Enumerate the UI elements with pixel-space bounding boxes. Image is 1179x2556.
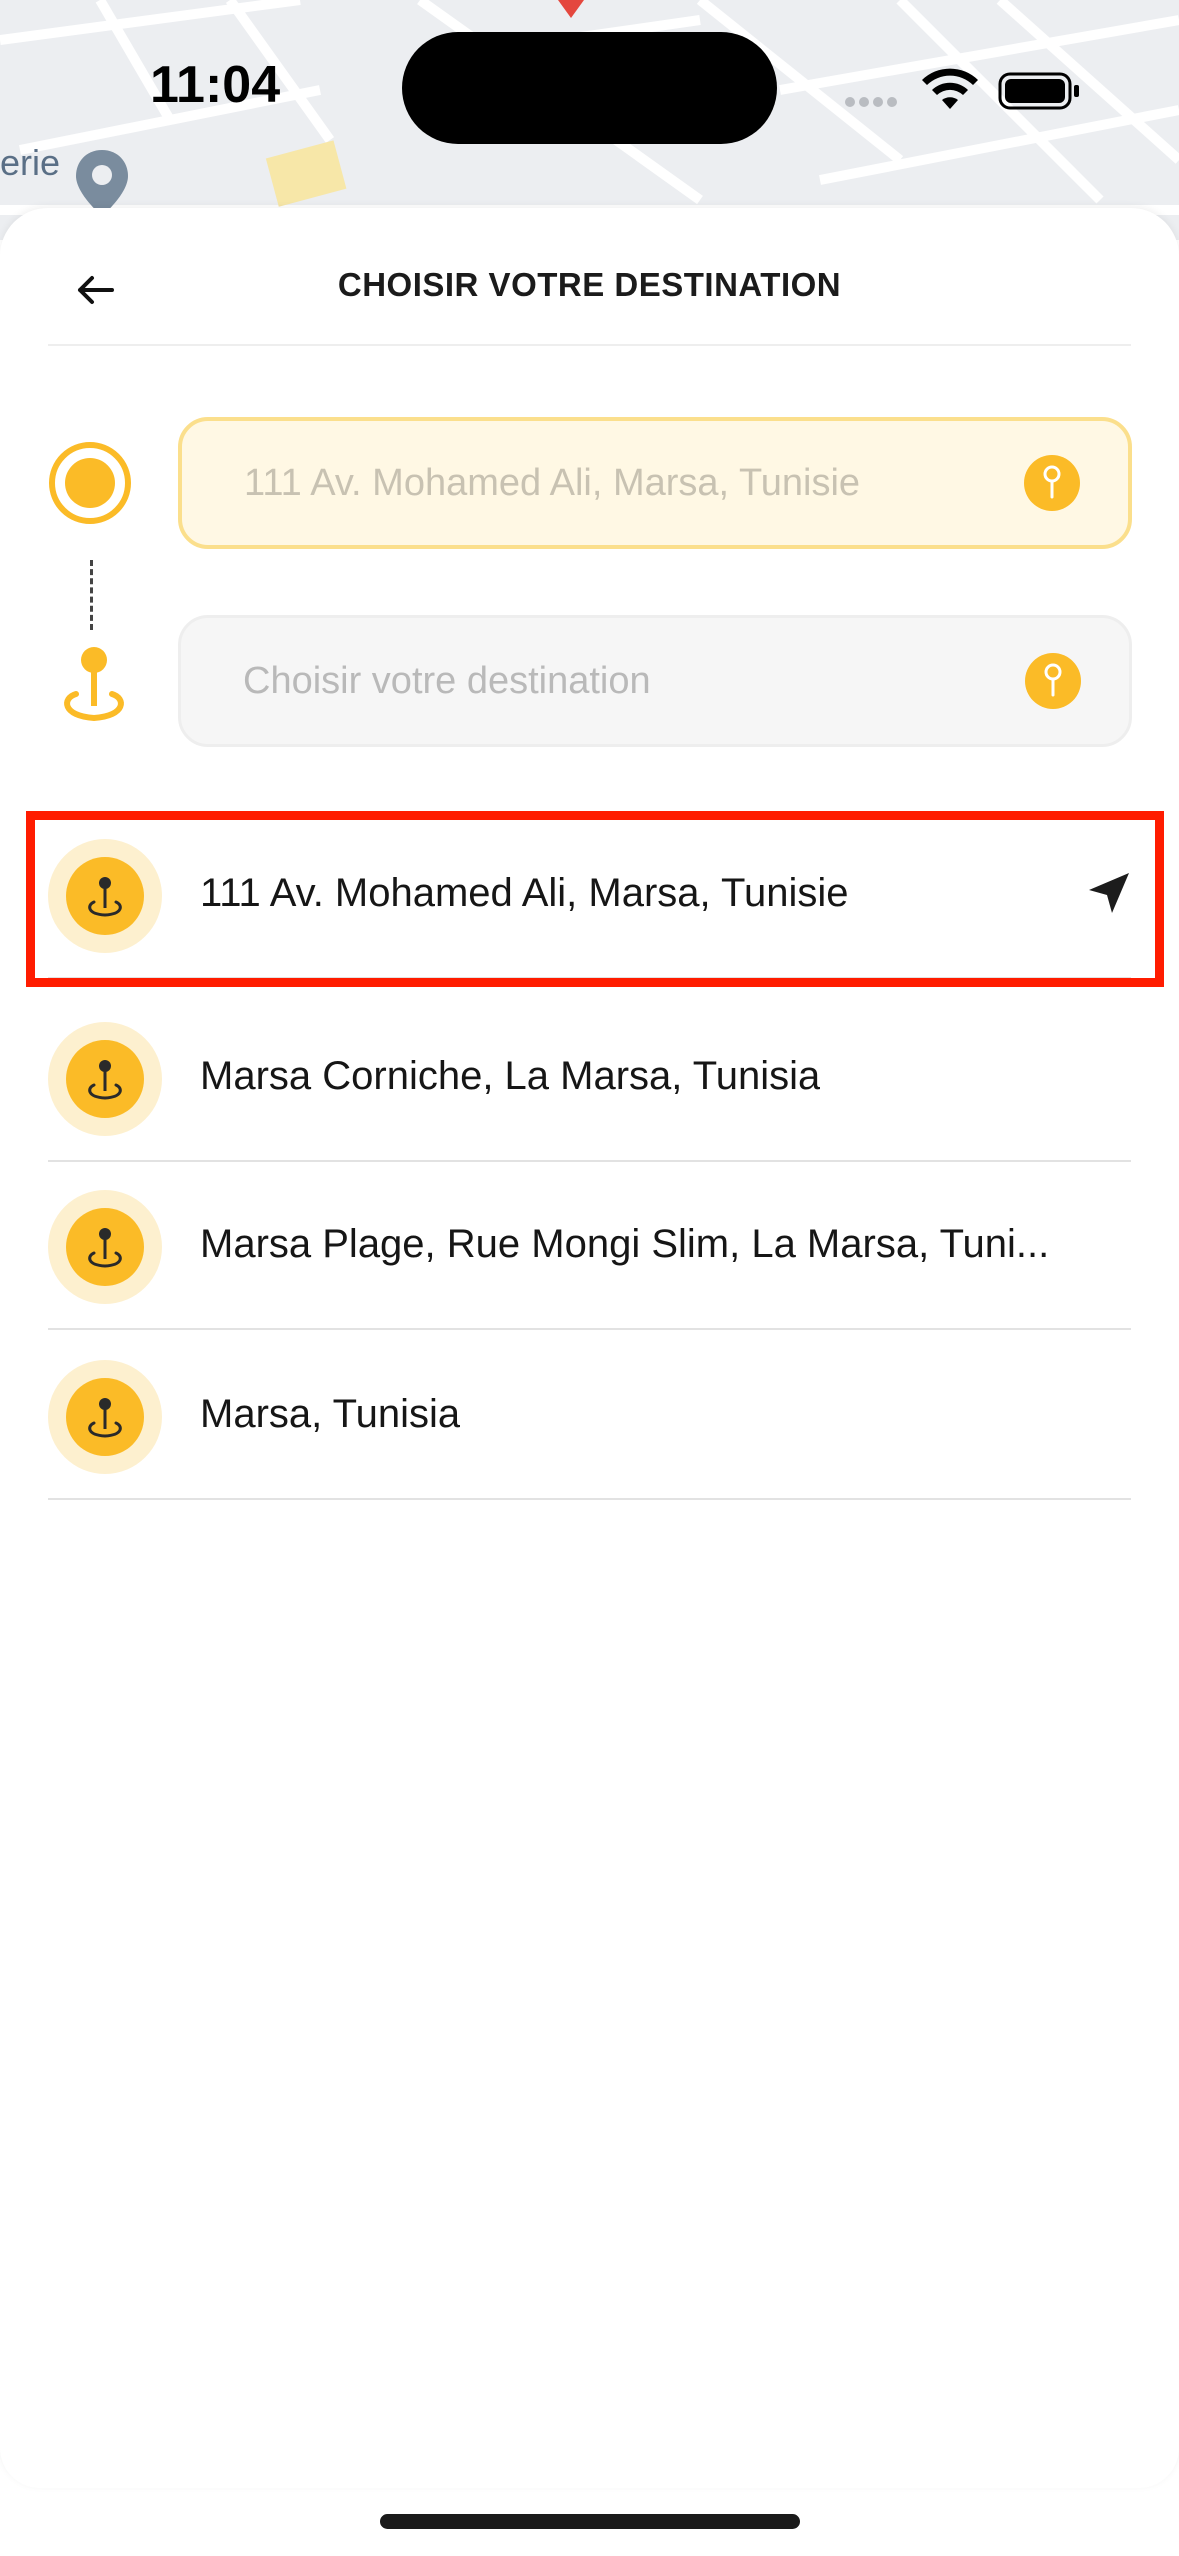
suggestion-item[interactable]: Marsa Plage, Rue Mongi Slim, La Marsa, T…	[48, 1162, 1131, 1330]
highlight-box	[26, 811, 1164, 987]
destination-pin-icon	[58, 644, 130, 729]
map-poi-label: erie	[0, 142, 61, 183]
wifi-icon	[922, 68, 978, 109]
status-time: 11:04	[150, 56, 281, 114]
origin-map-pin-icon[interactable]	[1024, 455, 1080, 511]
home-indicator[interactable]	[380, 2514, 800, 2529]
location-pin-icon	[48, 1360, 162, 1474]
destination-input[interactable]: Choisir votre destination	[178, 615, 1132, 747]
page-title: CHOISIR VOTRE DESTINATION	[337, 266, 842, 303]
suggestion-label: Marsa Plage, Rue Mongi Slim, La Marsa, T…	[200, 1222, 1050, 1266]
suggestion-item[interactable]: Marsa Corniche, La Marsa, Tunisia	[48, 994, 1131, 1162]
destination-placeholder: Choisir votre destination	[243, 659, 651, 702]
battery-icon	[998, 72, 1079, 110]
origin-field-value: 111 Av. Mohamed Ali, Marsa, Tunisie	[244, 461, 861, 504]
location-pin-icon	[48, 1190, 162, 1304]
status-icons	[840, 62, 1090, 117]
destination-map-pin-icon[interactable]	[1025, 653, 1081, 709]
signal-icon	[845, 97, 897, 107]
suggestion-label: Marsa, Tunisia	[200, 1392, 461, 1436]
dynamic-island	[402, 32, 777, 144]
suggestion-label: Marsa Corniche, La Marsa, Tunisia	[200, 1054, 821, 1098]
origin-dot-icon	[48, 441, 132, 530]
origin-field[interactable]: 111 Av. Mohamed Ali, Marsa, Tunisie	[178, 417, 1132, 549]
header: CHOISIR VOTRE DESTINATION	[48, 208, 1131, 346]
suggestion-item[interactable]: Marsa, Tunisia	[48, 1332, 1131, 1500]
route-connector	[90, 560, 93, 630]
location-pin-icon	[48, 1022, 162, 1136]
